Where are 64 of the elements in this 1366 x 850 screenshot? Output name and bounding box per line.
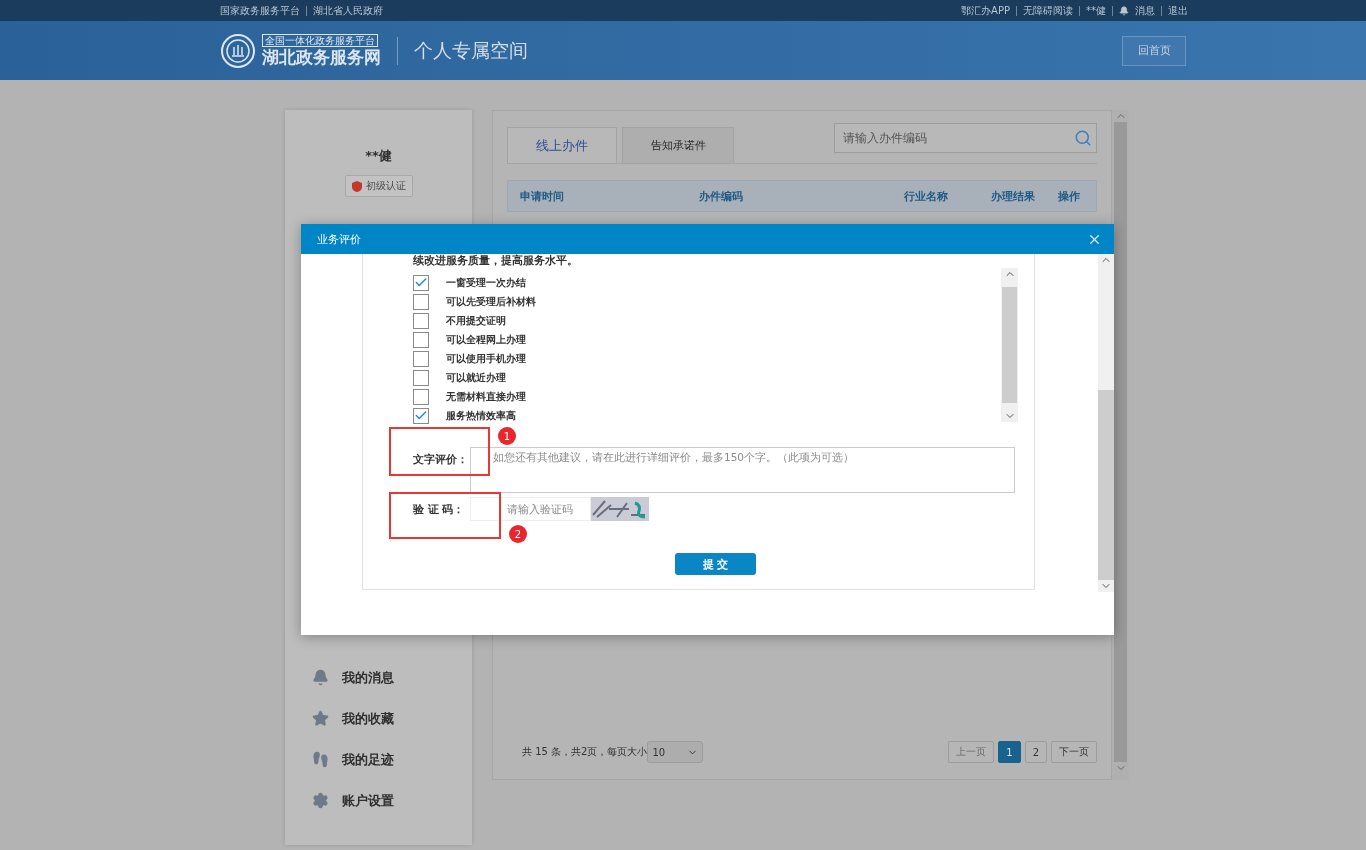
field-label: 验 证 码：	[413, 502, 466, 517]
settings-icon	[312, 792, 329, 809]
logo-icon	[220, 32, 256, 69]
checkbox[interactable]	[413, 388, 429, 405]
page-title: 个人专属空间	[414, 37, 528, 63]
checkbox[interactable]	[413, 274, 429, 291]
pagination-button[interactable]: 1	[998, 741, 1021, 763]
sidebar-item[interactable]: 我的消息	[285, 657, 472, 698]
checkbox[interactable]	[413, 350, 429, 367]
bell-icon	[312, 669, 329, 686]
checkbox[interactable]	[413, 331, 429, 348]
checkbox[interactable]	[413, 369, 429, 386]
dialog-title: 业务评价	[317, 231, 361, 247]
pagination-button[interactable]: 下一页	[1051, 741, 1097, 763]
top-link[interactable]: **健	[1086, 3, 1106, 18]
comment-field[interactable]: 如您还有其他建议，请在此进行详细评价，最多150个字。（此项为可选）	[470, 447, 1015, 493]
tab[interactable]: 线上办件	[507, 127, 617, 163]
checkbox[interactable]	[413, 312, 429, 329]
field-label: 文字评价：	[413, 452, 469, 467]
list-scrollbar[interactable]	[1001, 268, 1018, 422]
sidebar-item[interactable]: 我的足迹	[285, 739, 472, 780]
sidebar-item[interactable]: 账户设置	[285, 780, 472, 821]
checkbox[interactable]	[413, 293, 429, 310]
column-header: 操作	[1058, 188, 1081, 204]
submit-button[interactable]: 提 交	[675, 553, 756, 575]
search-icon[interactable]	[1074, 129, 1092, 147]
top-link[interactable]: 无障碍阅读	[1023, 3, 1073, 18]
option-label: 无需材料直接办理	[446, 389, 526, 404]
star-icon	[312, 710, 329, 727]
pagination-summary: 共 15 条，共2页，每页大小	[522, 745, 648, 759]
logo-caption: 全国一体化政务服务平台	[262, 34, 378, 47]
option-label: 可以就近办理	[446, 370, 506, 385]
checkbox[interactable]	[413, 407, 429, 424]
captcha-field[interactable]: 请输入验证码	[470, 497, 591, 521]
dialog-scrollbar[interactable]	[1098, 254, 1114, 592]
user-name: **健	[365, 147, 392, 165]
column-header: 办件编码	[699, 188, 744, 204]
top-link[interactable]: 国家政务服务平台	[220, 3, 300, 18]
shield-icon	[351, 180, 362, 192]
option-label: 可以使用手机办理	[446, 351, 526, 366]
column-header: 办理结果	[991, 188, 1036, 204]
option-label: 可以先受理后补材料	[446, 294, 536, 309]
tab[interactable]: 告知承诺件	[622, 127, 734, 163]
top-link[interactable]: 消息	[1135, 3, 1155, 18]
verification-badge: 初级认证	[344, 175, 413, 197]
page-size-select[interactable]: 10	[647, 741, 704, 763]
sidebar-item[interactable]: 我的收藏	[285, 698, 472, 739]
option-label: 一窗受理一次办结	[446, 275, 526, 290]
option-label: 服务热情效率高	[446, 408, 516, 423]
footprints-icon	[312, 751, 329, 768]
search-field[interactable]: 请输入办件编码	[834, 123, 1097, 153]
top-link[interactable]: 鄂汇办APP	[961, 3, 1010, 18]
pagination-button[interactable]: 2	[1024, 741, 1047, 763]
bell-icon	[1119, 5, 1129, 16]
top-link[interactable]: 退出	[1168, 3, 1188, 18]
option-label: 不用提交证明	[446, 313, 506, 328]
option-label: 可以全程网上办理	[446, 332, 526, 347]
captcha-image	[591, 497, 649, 521]
column-header: 行业名称	[904, 188, 949, 204]
intro-text: 续改进服务质量，提高服务水平。	[413, 254, 579, 267]
search-input[interactable]: 请输入办件编码	[841, 130, 1074, 146]
top-link[interactable]: 湖北省人民政府	[313, 3, 383, 18]
column-header: 申请时间	[520, 188, 565, 204]
logo-title: 湖北政务服务网	[262, 47, 381, 67]
